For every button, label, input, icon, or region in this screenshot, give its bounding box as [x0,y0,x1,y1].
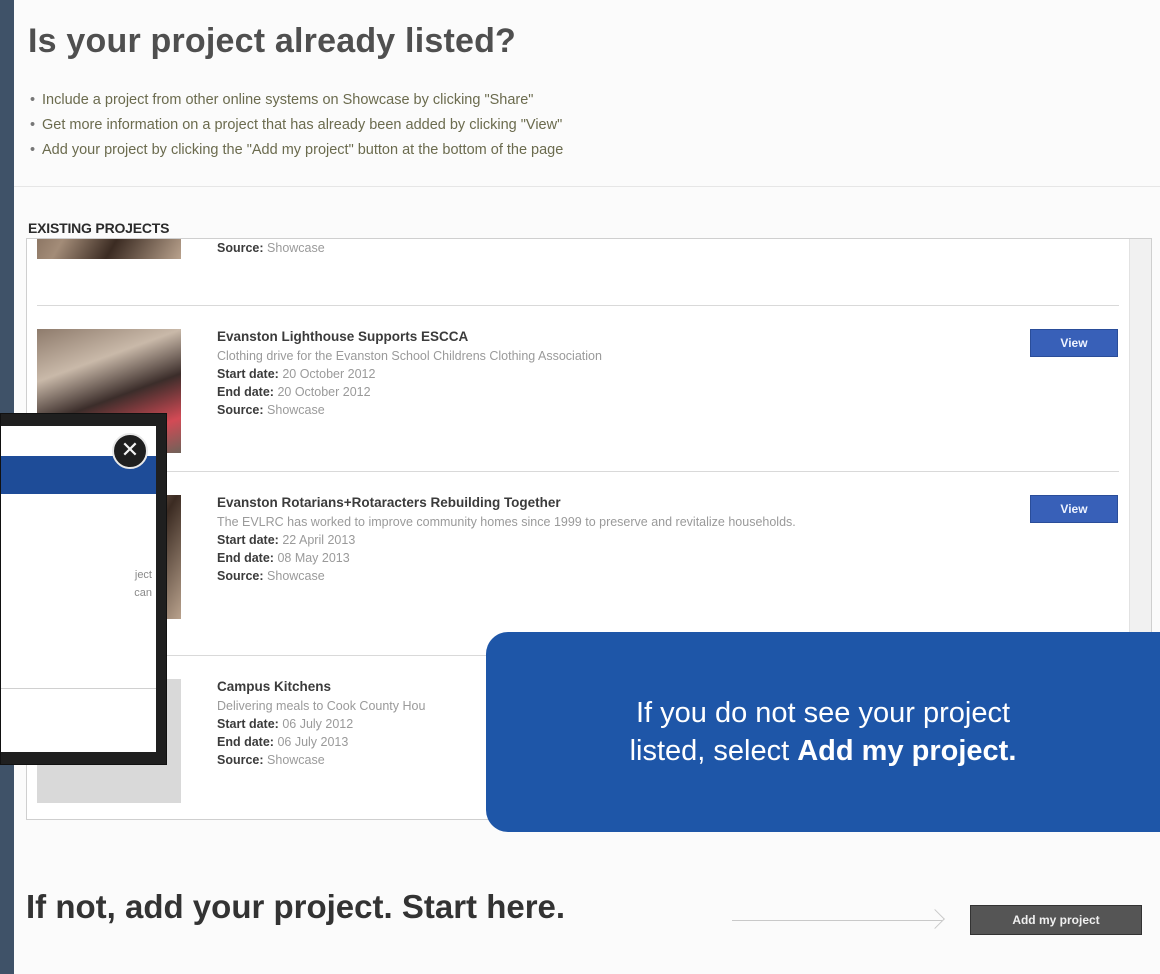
existing-projects-label: EXISTING PROJECTS [28,220,170,236]
instruction-view: Get more information on a project that h… [28,113,563,138]
project-description: Clothing drive for the Evanston School C… [217,349,602,363]
project-start-date: Start date: 06 July 2012 [217,717,354,731]
project-end-date: End date: 20 October 2012 [217,385,371,399]
project-description: The EVLRC has worked to improve communit… [217,515,796,529]
project-source: Source: Showcase [217,753,325,767]
list-divider [37,305,1119,306]
project-source: Source: Showcase [217,241,325,255]
list-item: Evanston Rotarians+Rotaracters Rebuildin… [37,495,1118,635]
view-button[interactable]: View [1030,495,1118,523]
project-source: Source: Showcase [217,569,325,583]
project-title: Campus Kitchens [217,679,332,694]
divider [14,186,1160,187]
project-thumbnail [37,239,181,259]
share-dialog-body: ject can [1,426,156,752]
page-title: Is your project already listed? [28,22,517,60]
arrow-right-icon [925,909,945,929]
project-title: Evanston Lighthouse Supports ESCCA [217,329,469,344]
list-item: Evanston Lighthouse Supports ESCCA Cloth… [37,329,1118,459]
project-title: Evanston Rotarians+Rotaracters Rebuildin… [217,495,561,510]
project-source: Source: Showcase [217,403,325,417]
instruction-share: Include a project from other online syst… [28,88,563,113]
instructions-list: Include a project from other online syst… [28,88,563,163]
arrow-line [732,920,942,921]
project-description: Delivering meals to Cook County Hou [217,699,426,713]
share-dialog-divider [1,688,156,689]
start-here-heading: If not, add your project. Start here. [26,888,566,925]
share-dialog-text: ject can [134,569,152,599]
list-divider [37,471,1119,472]
callout-line-2: listed, select Add my project. [629,735,1017,767]
callout-line-1: If you do not see your project [636,697,1010,729]
project-start-date: Start date: 20 October 2012 [217,367,376,381]
instruction-add: Add your project by clicking the "Add my… [28,138,563,163]
close-icon[interactable]: ✕ [112,433,148,469]
instruction-callout: If you do not see your project listed, s… [486,632,1160,832]
project-end-date: End date: 06 July 2013 [217,735,349,749]
project-end-date: End date: 08 May 2013 [217,551,350,565]
view-button[interactable]: View [1030,329,1118,357]
project-start-date: Start date: 22 April 2013 [217,533,356,547]
add-my-project-button[interactable]: Add my project [970,905,1142,935]
share-dialog: ject can [0,413,167,765]
